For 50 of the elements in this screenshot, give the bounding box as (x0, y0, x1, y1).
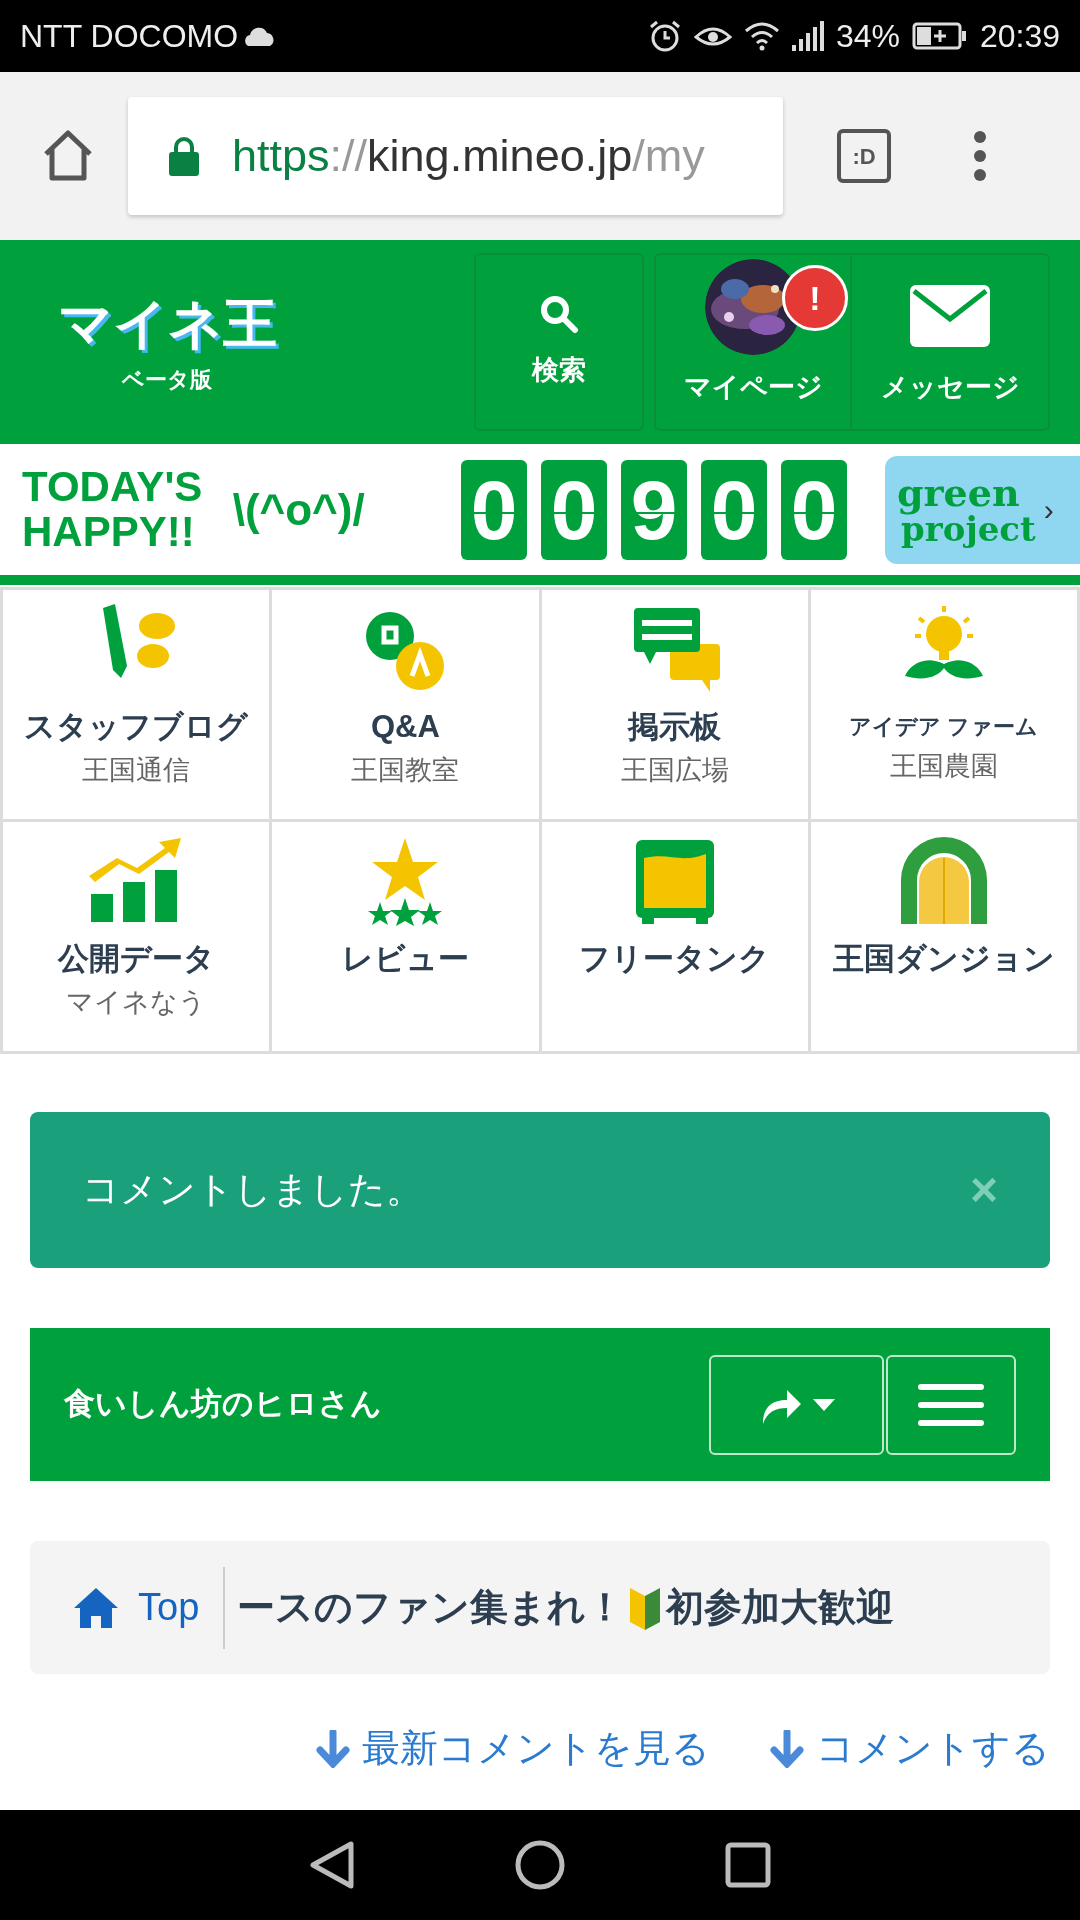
tabs-button[interactable]: :D (837, 129, 891, 183)
lock-icon (168, 136, 200, 176)
down-arrow-icon (770, 1729, 804, 1768)
home-circle-icon[interactable] (515, 1840, 565, 1890)
kaomoji: \(^o^)/ (232, 483, 366, 536)
alert-message: コメントしました。 (82, 1168, 423, 1213)
banner-title: TODAY'S (22, 465, 204, 510)
back-icon[interactable] (309, 1840, 355, 1890)
caret-icon (812, 1398, 835, 1411)
counter-digit: 0 (781, 459, 848, 560)
wifi-icon (743, 21, 780, 51)
alert-badge: ! (782, 265, 848, 331)
envelope-icon (910, 284, 990, 347)
search-icon (539, 293, 579, 334)
jump-link[interactable]: 最新コメントを見る (316, 1720, 710, 1777)
menu-tile[interactable]: スタッフブログ 王国通信 (3, 590, 270, 819)
menu-tile[interactable]: アイデア ファーム 王国農園 (810, 590, 1077, 819)
counter-digit: 0 (461, 459, 528, 560)
battery-percent: 34% (835, 17, 900, 56)
menu-button[interactable] (886, 1354, 1016, 1455)
thread-title: 食いしん坊のヒロさん (64, 1385, 382, 1424)
carrier-name: NTT DOCOMO (20, 17, 239, 56)
url-field[interactable]: https://king.mineo.jp/my (128, 97, 783, 215)
down-arrow-icon (316, 1729, 350, 1768)
breadcrumb-top-link[interactable]: Top (74, 1579, 224, 1636)
banner-title: HAPPY!! (22, 509, 196, 554)
breadcrumb-current: 初参加大歓迎 (666, 1585, 895, 1630)
breadcrumb-current: ースのファン集まれ！ (237, 1585, 625, 1630)
menu-tile[interactable]: レビュー (272, 822, 539, 1051)
logo-subtitle: ベータ版 (122, 365, 212, 394)
url-text: https://king.mineo.jp/my (232, 129, 705, 184)
more-icon[interactable] (973, 130, 987, 182)
counter-digit: 0 (701, 459, 768, 560)
battery-charging-icon (911, 22, 968, 50)
counter-digit: 9 (621, 459, 688, 560)
menu-tile[interactable]: 掲示板 王国広場 (541, 590, 808, 819)
menu-tile[interactable]: フリータンク (541, 822, 808, 1051)
share-button[interactable] (709, 1354, 884, 1455)
recents-icon[interactable] (725, 1842, 771, 1888)
home-icon (74, 1587, 118, 1628)
counter-digit: 0 (541, 459, 608, 560)
clock-time: 20:39 (979, 17, 1060, 56)
menu-tile[interactable]: 王国ダンジョン (810, 822, 1077, 1051)
menu-tile[interactable]: 公開データ マイネなう (3, 822, 270, 1051)
signal-icon (791, 21, 824, 51)
mypage-button[interactable]: マイページ ! (656, 255, 852, 429)
menu-tile[interactable]: Q&A 王国教室 (272, 590, 539, 819)
alarm-icon (647, 19, 682, 53)
jump-link[interactable]: コメントする (770, 1720, 1050, 1777)
menu-icon (918, 1383, 984, 1426)
